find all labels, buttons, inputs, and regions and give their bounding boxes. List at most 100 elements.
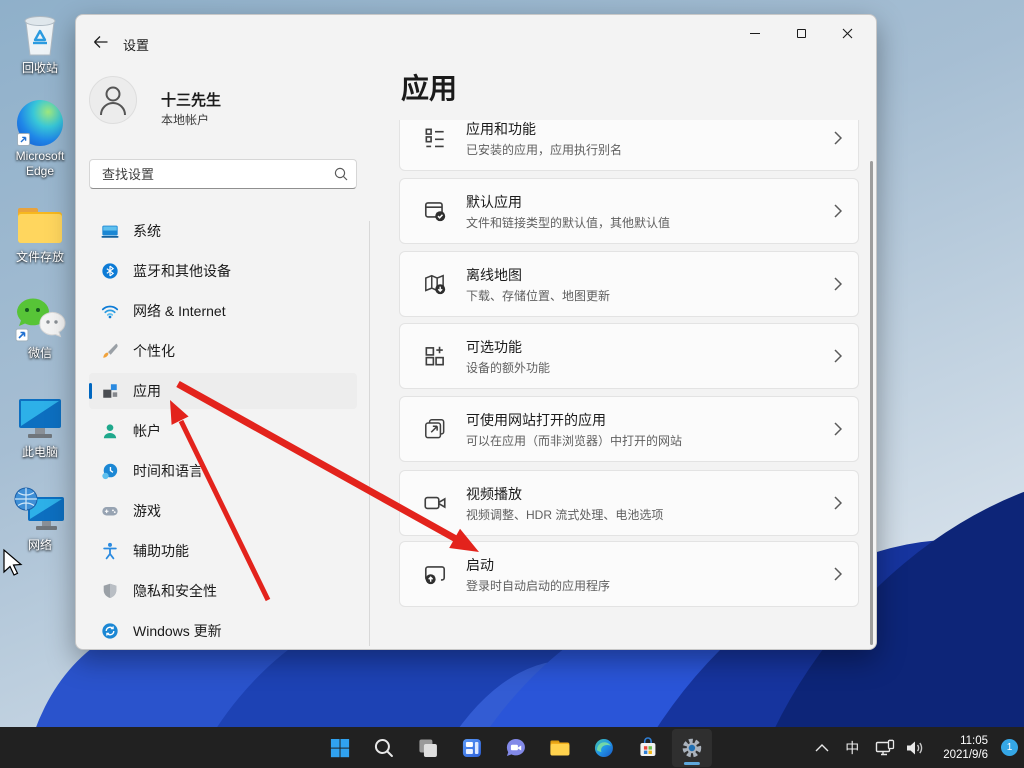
desktop-icon-label: 回收站: [21, 61, 58, 75]
desktop-icon-recycle-bin[interactable]: 回收站: [4, 10, 76, 76]
chevron-right-icon: [834, 496, 842, 510]
card-video-playback[interactable]: 视频播放 视频调整、HDR 流式处理、电池选项: [399, 470, 859, 536]
settings-card-list: 应用和功能 已安装的应用，应用执行别名 默认应用 文件和链接类型的默认值，其他默认值…: [399, 120, 859, 642]
chevron-right-icon: [834, 277, 842, 291]
scrollbar-thumb[interactable]: [870, 161, 873, 645]
this-pc-icon: [19, 399, 61, 438]
network-tray-icon: [876, 739, 895, 755]
accounts-icon: [101, 422, 119, 440]
tray-chevron-button[interactable]: [810, 730, 834, 766]
search-box[interactable]: [89, 159, 357, 189]
avatar[interactable]: [89, 76, 137, 124]
minimize-icon: [750, 32, 760, 34]
startup-icon: [422, 561, 448, 587]
user-account-type: 本地帐户: [161, 113, 210, 127]
wechat-icon: [15, 298, 66, 342]
nav-item-system[interactable]: 系统: [89, 213, 357, 249]
task-view-icon: [419, 739, 437, 757]
nav-item-gaming[interactable]: 游戏: [89, 493, 357, 529]
clock-tray-button[interactable]: 11:05 2021/9/6: [930, 730, 999, 766]
back-button[interactable]: [86, 28, 116, 56]
folder-icon: [18, 208, 62, 243]
pane-divider: [369, 221, 370, 646]
nav-item-accounts[interactable]: 帐户: [89, 413, 357, 449]
nav-item-bluetooth[interactable]: 蓝牙和其他设备: [89, 253, 357, 289]
network-tray-button[interactable]: [870, 730, 900, 766]
default-apps-icon: [422, 198, 448, 224]
file-explorer-icon: [550, 740, 570, 755]
maximize-button[interactable]: [778, 15, 824, 51]
edge-button[interactable]: [584, 729, 624, 767]
accessibility-icon: [101, 542, 119, 560]
notification-badge[interactable]: 1: [1001, 739, 1018, 756]
settings-window: 设置 十三先生 本地帐户 系统: [75, 14, 877, 650]
chevron-right-icon: [834, 422, 842, 436]
nav-item-personalization[interactable]: 个性化: [89, 333, 357, 369]
desktop-icon-wechat[interactable]: 微信: [4, 297, 76, 361]
back-arrow-icon: [94, 36, 108, 48]
search-icon: [334, 167, 348, 181]
search-icon: [374, 738, 393, 757]
task-view-button[interactable]: [408, 729, 448, 767]
ime-indicator[interactable]: 中: [834, 730, 870, 766]
card-apps-features[interactable]: 应用和功能 已安装的应用，应用执行别名: [399, 120, 859, 171]
nav-item-privacy[interactable]: 隐私和安全性: [89, 573, 357, 609]
time-language-icon: [101, 462, 119, 480]
system-tray: 中 11:05 2021/9/6 1: [810, 727, 1018, 768]
chevron-right-icon: [834, 349, 842, 363]
card-startup[interactable]: 启动 登录时自动启动的应用程序: [399, 541, 859, 607]
taskbar-search-button[interactable]: [364, 729, 404, 767]
widgets-button[interactable]: [452, 729, 492, 767]
settings-gear-icon: [682, 738, 702, 757]
privacy-icon: [101, 582, 119, 600]
optional-features-icon: [422, 343, 448, 369]
nav-item-network[interactable]: 网络 & Internet: [89, 293, 357, 329]
system-icon: [101, 222, 119, 240]
card-offline-maps[interactable]: 离线地图 下载、存储位置、地图更新: [399, 251, 859, 317]
chat-button[interactable]: [496, 729, 536, 767]
desktop-icon-edge[interactable]: Microsoft Edge: [4, 100, 76, 179]
search-input[interactable]: [100, 165, 334, 183]
window-controls: [732, 15, 870, 51]
store-icon: [640, 736, 656, 756]
chevron-right-icon: [834, 567, 842, 581]
chevron-right-icon: [834, 131, 842, 145]
store-button[interactable]: [628, 729, 668, 767]
desktop-icon-network[interactable]: 网络: [4, 487, 76, 553]
card-apps-for-websites[interactable]: 可使用网站打开的应用 可以在应用（而非浏览器）中打开的网站: [399, 396, 859, 462]
close-button[interactable]: [824, 15, 870, 51]
chevron-right-icon: [834, 204, 842, 218]
card-optional-features[interactable]: 可选功能 设备的额外功能: [399, 323, 859, 389]
desktop-icon-label: 网络: [27, 538, 52, 552]
volume-tray-button[interactable]: [900, 730, 930, 766]
recycle-bin-icon: [24, 16, 56, 56]
nav-item-accessibility[interactable]: 辅助功能: [89, 533, 357, 569]
windows-update-icon: [101, 622, 119, 640]
desktop-icon-this-pc[interactable]: 此电脑: [4, 396, 76, 460]
nav-item-windows-update[interactable]: Windows 更新: [89, 613, 357, 649]
start-button[interactable]: [320, 729, 360, 767]
minimize-button[interactable]: [732, 15, 778, 51]
user-icon: [100, 86, 126, 116]
desktop-icon-folder[interactable]: 文件存放: [4, 205, 76, 265]
desktop-icon-label: 文件存放: [15, 250, 64, 264]
taskbar: 中 11:05 2021/9/6 1: [0, 727, 1024, 768]
close-icon: [842, 28, 852, 38]
gaming-icon: [101, 502, 119, 520]
page-title: 应用: [401, 73, 458, 104]
settings-button[interactable]: [671, 728, 712, 767]
file-explorer-button[interactable]: [540, 729, 580, 767]
desktop-icon-label: Microsoft Edge: [15, 149, 65, 178]
desktop: 回收站 Microsoft Edge 文件存放 微信 此电脑 网络 设置 十三先…: [0, 0, 1024, 768]
nav-item-apps[interactable]: 应用: [89, 373, 357, 409]
nav-item-time-language[interactable]: 时间和语言: [89, 453, 357, 489]
taskbar-center: [320, 727, 712, 768]
edge-icon: [17, 100, 63, 146]
settings-nav: 系统 蓝牙和其他设备 网络 & Internet 个性化 应用 帐户 时间和语言…: [89, 213, 357, 649]
desktop-icon-label: 微信: [27, 346, 52, 360]
window-title: 设置: [123, 38, 150, 53]
apps-for-websites-icon: [422, 416, 448, 442]
card-default-apps[interactable]: 默认应用 文件和链接类型的默认值，其他默认值: [399, 178, 859, 244]
network-icon: [14, 487, 64, 530]
chevron-up-icon: [815, 743, 829, 751]
